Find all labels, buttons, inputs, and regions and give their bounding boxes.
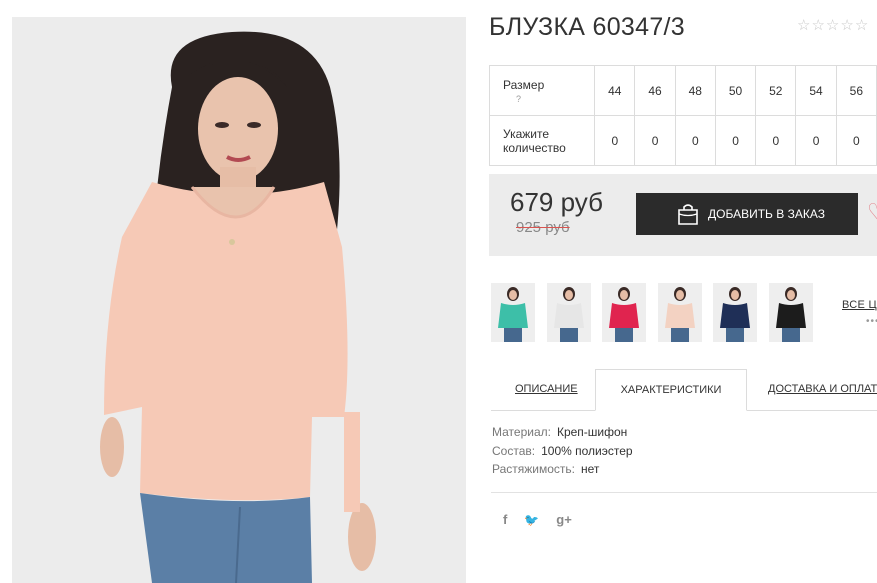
spec-row-composition: Состав: 100% полиэстер (492, 442, 633, 461)
rating-stars[interactable]: ☆ ☆ ☆ ☆ ☆ (797, 17, 868, 35)
quantity-label-line1: Укажите (503, 126, 550, 141)
quantity-input[interactable]: 0 (755, 115, 797, 166)
product-tabs: ОПИСАНИЕ ХАРАКТЕРИСТИКИ ДОСТАВКА И ОПЛАТ… (491, 369, 877, 411)
star-icon[interactable]: ☆ (840, 17, 853, 35)
size-cell: 44 (594, 65, 636, 116)
facebook-icon[interactable]: f (503, 512, 507, 527)
spec-label: Материал: (492, 425, 551, 439)
spec-label: Состав: (492, 443, 536, 458)
current-price: 679 руб (510, 187, 603, 217)
quantity-input[interactable]: 0 (714, 115, 757, 166)
help-icon[interactable]: ? (503, 94, 594, 104)
size-cell: 50 (714, 65, 757, 116)
spec-row-material: Материал: Креп-шифон (492, 423, 633, 442)
product-main-image[interactable] (12, 17, 466, 583)
size-cell: 46 (634, 65, 676, 116)
quantity-input[interactable]: 0 (674, 115, 716, 166)
quantity-input[interactable]: 0 (795, 115, 837, 166)
size-cell: 52 (755, 65, 797, 116)
social-share: f 🐦 g+ (503, 512, 572, 527)
add-to-order-label: ДОБАВИТЬ В ЗАКАЗ (708, 207, 825, 221)
spec-row-stretch: Растяжимость: нет (492, 460, 633, 479)
color-thumbnail[interactable] (657, 283, 702, 342)
size-cell: 54 (795, 65, 837, 116)
quantity-label-line2: количество (503, 140, 566, 155)
color-thumbnail[interactable] (768, 283, 813, 342)
quantity-input[interactable]: 0 (594, 115, 636, 166)
color-thumbnails (491, 283, 825, 342)
spec-value: Креп-шифон (556, 425, 628, 439)
star-icon[interactable]: ☆ (811, 17, 824, 35)
spec-value: 100% полиэстер (541, 443, 633, 458)
spec-label: Растяжимость: (492, 462, 576, 476)
color-thumbnail[interactable] (546, 283, 591, 342)
quantity-input[interactable]: 0 (835, 115, 877, 166)
size-cell: 48 (674, 65, 716, 116)
add-to-order-button[interactable]: ДОБАВИТЬ В ЗАКАЗ (636, 193, 858, 235)
size-cell: 56 (835, 65, 877, 116)
specs-list: Материал: Креп-шифон Состав: 100% полиэсте… (492, 423, 633, 479)
star-icon[interactable]: ☆ (855, 17, 868, 35)
product-title: БЛУЗКА 60347/3 (489, 13, 685, 41)
size-label: Размер (503, 77, 545, 92)
quantity-input[interactable]: 0 (634, 115, 676, 166)
star-icon[interactable]: ☆ (797, 17, 810, 35)
tab-delivery[interactable]: ДОСТАВКА И ОПЛАТА (768, 369, 877, 409)
size-quantity-table: Размер ? 44 46 48 50 52 54 56 Укажите ко… (488, 65, 877, 166)
tab-description[interactable]: ОПИСАНИЕ (515, 369, 578, 409)
color-thumbnail[interactable] (491, 283, 535, 342)
quantity-row: Укажите количество 0 0 0 0 0 0 0 (488, 115, 877, 166)
quantity-label-cell: Укажите количество (488, 115, 596, 166)
shopping-bag-icon (678, 204, 698, 225)
old-price: 925 руб (516, 219, 570, 236)
color-thumbnail[interactable] (602, 283, 647, 342)
more-dots-icon[interactable]: ••• (866, 316, 877, 327)
twitter-icon[interactable]: 🐦 (524, 513, 539, 527)
model-illustration (12, 17, 466, 583)
star-icon[interactable]: ☆ (826, 17, 839, 35)
google-plus-icon[interactable]: g+ (556, 512, 572, 527)
size-label-cell: Размер ? (488, 65, 596, 116)
divider (491, 492, 877, 493)
tab-characteristics[interactable]: ХАРАКТЕРИСТИКИ (595, 369, 747, 411)
spec-value: нет (581, 462, 600, 476)
size-row: Размер ? 44 46 48 50 52 54 56 (488, 65, 877, 116)
color-thumbnail[interactable] (713, 283, 758, 342)
all-colors-link[interactable]: ВСЕ ЦВЕТА (842, 299, 877, 311)
price-panel: 679 руб 925 руб ДОБАВИТЬ В ЗАКАЗ ♡ (489, 174, 877, 256)
wishlist-heart-icon[interactable]: ♡ (867, 201, 877, 223)
